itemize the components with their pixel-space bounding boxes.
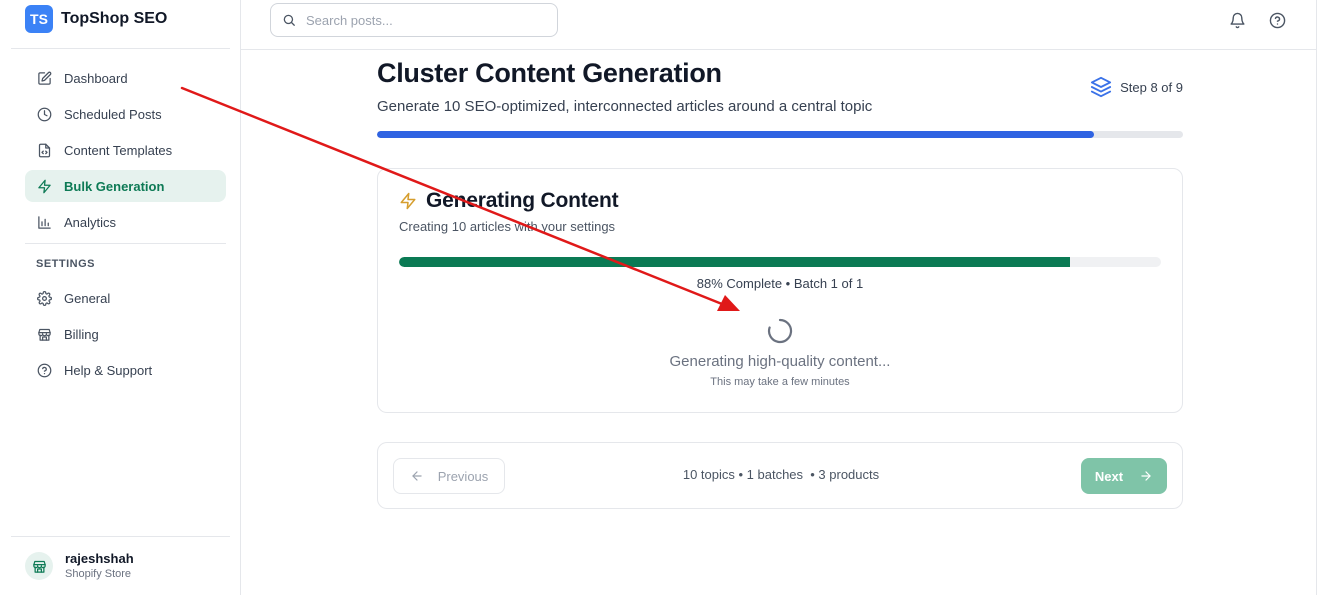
- search-box[interactable]: [270, 3, 558, 37]
- progress-text: 88% Complete • Batch 1 of 1: [696, 276, 864, 291]
- file-code-icon: [36, 142, 52, 158]
- sidebar-item-label: Billing: [64, 326, 99, 342]
- brand[interactable]: TS TopShop SEO: [25, 5, 167, 33]
- sidebar-item-label: Scheduled Posts: [64, 106, 162, 122]
- sidebar-divider: [11, 536, 230, 537]
- sidebar-item-help-support[interactable]: Help & Support: [25, 354, 226, 386]
- card-title: Generating Content: [426, 189, 619, 212]
- sidebar-item-label: Bulk Generation: [64, 178, 165, 194]
- edit-icon: [36, 70, 52, 86]
- generation-note: This may take a few minutes: [710, 376, 850, 388]
- gear-icon: [36, 290, 52, 306]
- generation-progress-fill: [399, 257, 1070, 267]
- sidebar-item-bulk-generation[interactable]: Bulk Generation: [25, 170, 226, 202]
- page-subtitle: Generate 10 SEO-optimized, interconnecte…: [377, 98, 873, 115]
- loading-spinner-icon: [767, 318, 793, 344]
- generation-progress-bar: [399, 257, 1161, 267]
- brand-logo: TS: [25, 5, 53, 33]
- generation-card: Generating Content Creating 10 articles …: [377, 168, 1183, 413]
- main-content: Cluster Content Generation Generate 10 S…: [377, 56, 1183, 509]
- sidebar-divider: [25, 243, 226, 244]
- step-indicator: Step 8 of 9: [1090, 76, 1183, 98]
- user-profile[interactable]: rajeshshah Shopify Store: [25, 551, 134, 581]
- user-name: rajeshshah: [65, 551, 134, 566]
- sidebar-item-dashboard[interactable]: Dashboard: [25, 62, 226, 94]
- step-progress-fill: [377, 131, 1094, 138]
- avatar: [25, 552, 53, 580]
- step-text: Step 8 of 9: [1120, 79, 1183, 95]
- bar-chart-icon: [36, 214, 52, 230]
- sidebar-item-label: Dashboard: [64, 70, 128, 86]
- footer-summary: 10 topics • 1 batches • 3 products: [682, 467, 880, 482]
- card-subtitle: Creating 10 articles with your settings: [399, 219, 616, 234]
- page-edge-divider: [1316, 0, 1317, 595]
- lightning-icon: [36, 178, 52, 194]
- sidebar-item-label: Analytics: [64, 214, 117, 230]
- user-subtitle: Shopify Store: [65, 568, 132, 580]
- sidebar-item-label: General: [64, 290, 111, 306]
- page-title: Cluster Content Generation: [377, 58, 722, 88]
- wizard-footer: Previous 10 topics • 1 batches • 3 produ…: [377, 442, 1183, 509]
- settings-heading: SETTINGS: [36, 258, 96, 270]
- sidebar: TS TopShop SEO Dashboard Scheduled Posts…: [0, 0, 241, 595]
- sidebar-item-general[interactable]: General: [25, 282, 226, 314]
- arrow-right-icon: [1139, 469, 1153, 483]
- card-header: Generating Content: [399, 189, 619, 213]
- lightning-icon: [399, 192, 417, 210]
- next-label: Next: [1094, 468, 1124, 484]
- store-icon: [32, 560, 46, 573]
- main-nav: Dashboard Scheduled Posts Content Templa…: [25, 62, 226, 242]
- step-progress-bar: [377, 131, 1183, 138]
- generation-status: Generating high-quality content...: [669, 353, 891, 370]
- sidebar-item-label: Help & Support: [64, 362, 153, 378]
- help-circle-icon: [36, 362, 52, 378]
- bell-icon[interactable]: [1227, 10, 1247, 30]
- sidebar-item-content-templates[interactable]: Content Templates: [25, 134, 226, 166]
- sidebar-item-label: Content Templates: [64, 142, 173, 158]
- search-icon: [282, 13, 296, 27]
- clock-icon: [36, 106, 52, 122]
- help-circle-icon[interactable]: [1267, 10, 1287, 30]
- layers-icon: [1090, 76, 1112, 98]
- sidebar-divider: [11, 48, 230, 49]
- settings-nav: SETTINGS General Billing Help & Support: [25, 254, 226, 390]
- topbar: [241, 0, 1317, 50]
- sidebar-item-billing[interactable]: Billing: [25, 318, 226, 350]
- sidebar-item-analytics[interactable]: Analytics: [25, 206, 226, 238]
- sidebar-item-scheduled-posts[interactable]: Scheduled Posts: [25, 98, 226, 130]
- search-input[interactable]: [306, 12, 546, 28]
- brand-name: TopShop SEO: [61, 10, 168, 27]
- next-button[interactable]: Next: [1081, 458, 1167, 494]
- store-icon: [36, 326, 52, 342]
